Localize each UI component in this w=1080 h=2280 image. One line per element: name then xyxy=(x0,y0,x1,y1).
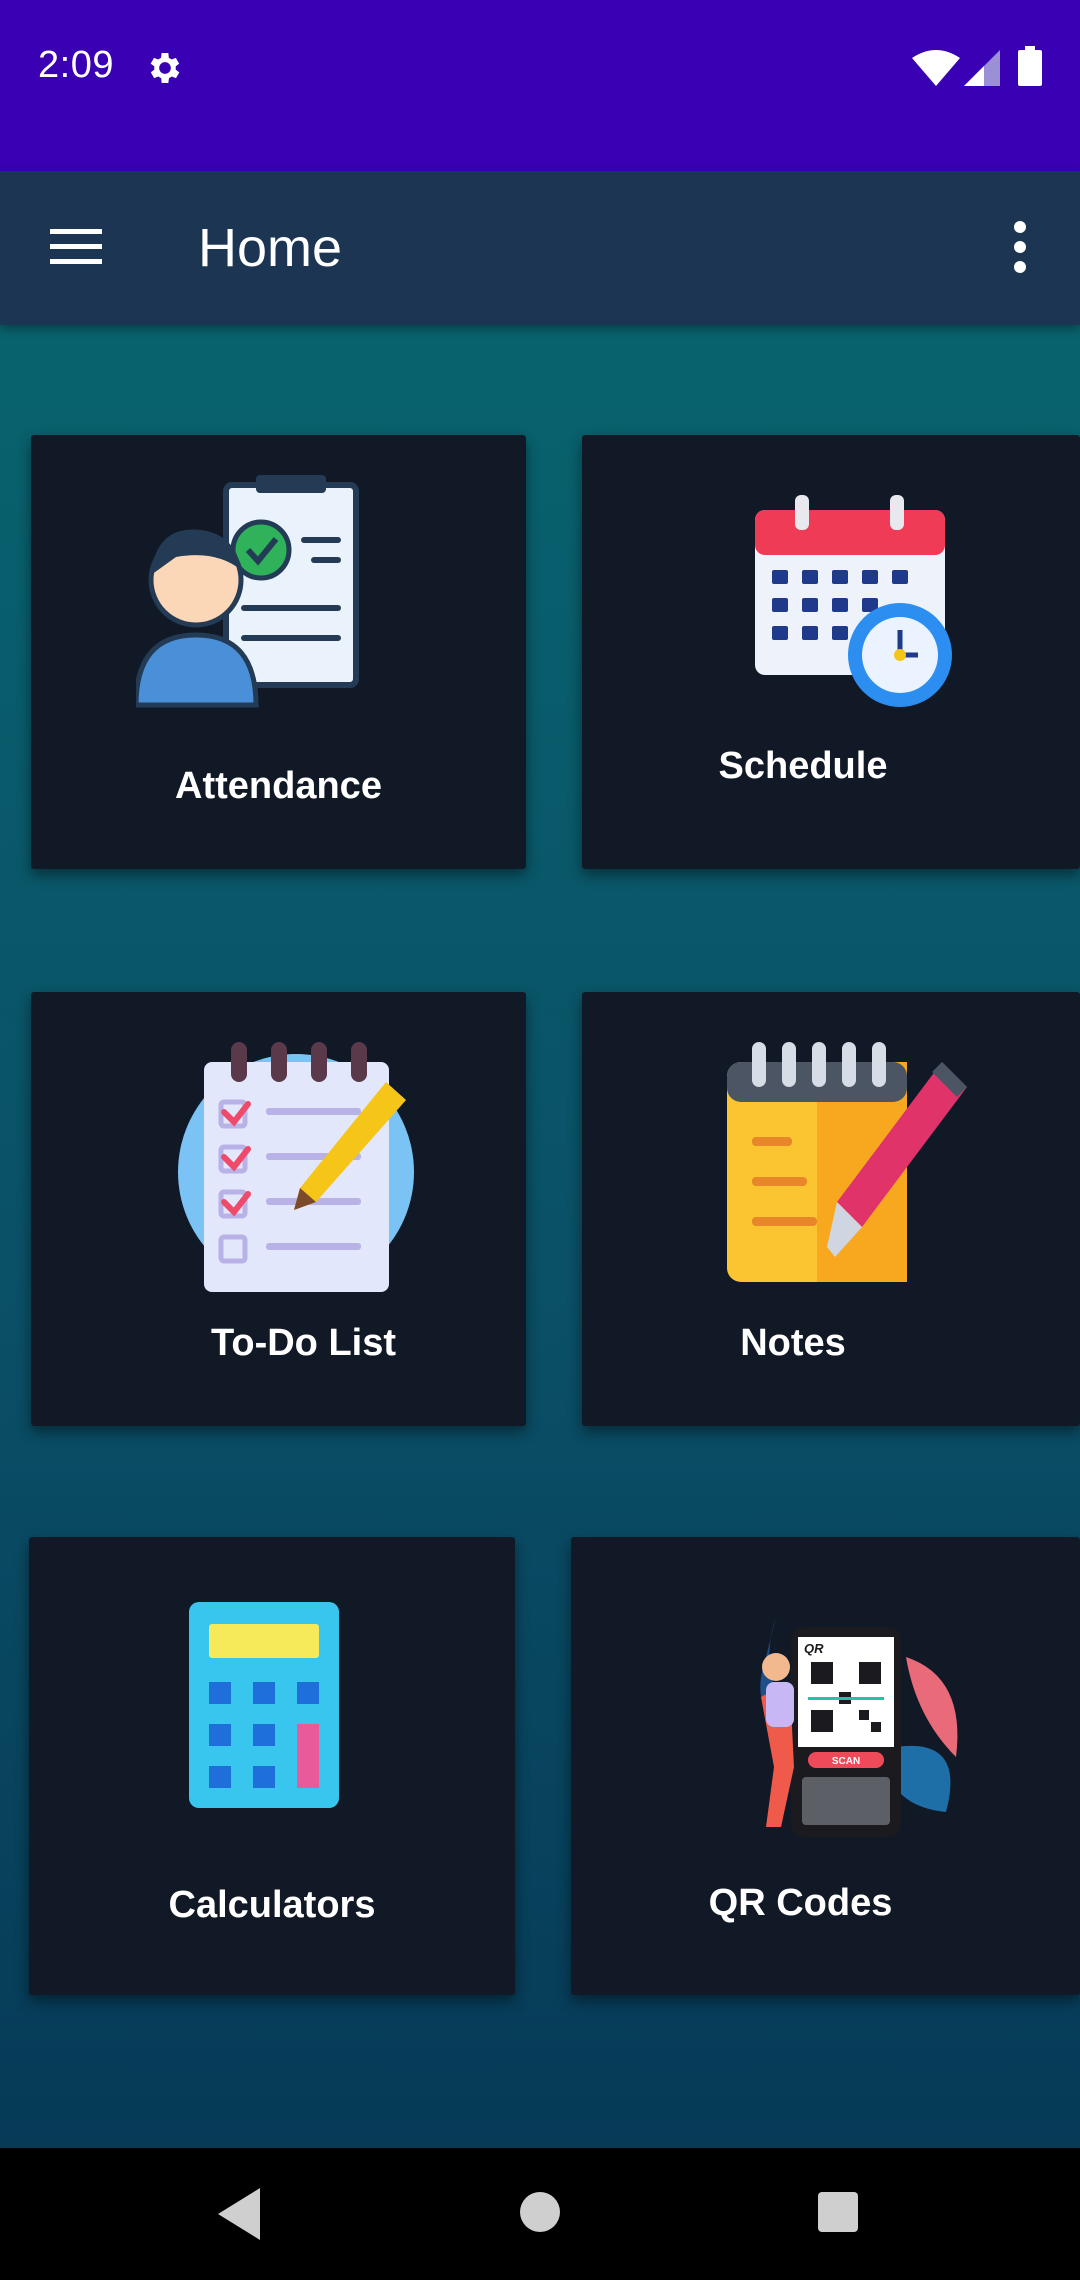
calculator-icon xyxy=(189,1602,339,1808)
tile-label-calculators: Calculators xyxy=(168,1884,376,1926)
schedule-tile[interactable]: Schedule xyxy=(582,435,1080,869)
calendar-clock-icon xyxy=(755,495,952,707)
tile-label-qr-codes: QR Codes xyxy=(708,1882,893,1924)
hamburger-menu-icon[interactable] xyxy=(40,211,112,283)
attendance-icon xyxy=(136,475,359,708)
tile-label-attendance: Attendance xyxy=(175,765,382,807)
tile-label-todo: To-Do List xyxy=(210,1322,397,1364)
todo-list-tile[interactable]: To-Do List xyxy=(31,992,526,1426)
qr-illustration-brand: QR xyxy=(804,1641,824,1656)
recents-icon[interactable] xyxy=(818,2192,858,2232)
home-icon[interactable] xyxy=(520,2192,560,2232)
system-nav-bar xyxy=(0,2148,1080,2280)
battery-icon xyxy=(1018,46,1042,86)
wifi-icon xyxy=(912,50,960,86)
back-icon[interactable] xyxy=(218,2188,262,2240)
settings-icon xyxy=(150,53,180,83)
page-title: Home xyxy=(198,218,343,278)
attendance-tile[interactable]: Attendance xyxy=(31,435,526,869)
home-grid: Attendance Schedule To-Do List Notes Cal… xyxy=(0,325,1080,2148)
checklist-icon xyxy=(178,1042,414,1292)
tile-label-notes: Notes xyxy=(740,1322,846,1364)
app-bar: Home xyxy=(0,171,1080,325)
qr-scan-icon: QR SCAN xyxy=(760,1617,958,1837)
calculators-tile[interactable]: Calculators xyxy=(29,1537,515,1995)
signal-icon xyxy=(964,50,1000,86)
notepad-pen-icon xyxy=(727,1042,967,1282)
more-vert-icon[interactable] xyxy=(998,211,1042,283)
qr-codes-tile[interactable]: QR SCAN QR Codes xyxy=(571,1537,1080,1995)
tile-label-schedule: Schedule xyxy=(718,745,888,787)
status-time: 2:09 xyxy=(38,44,114,86)
status-bar: 2:09 xyxy=(0,0,1080,171)
notes-tile[interactable]: Notes xyxy=(582,992,1080,1426)
qr-illustration-scan: SCAN xyxy=(832,1756,860,1767)
